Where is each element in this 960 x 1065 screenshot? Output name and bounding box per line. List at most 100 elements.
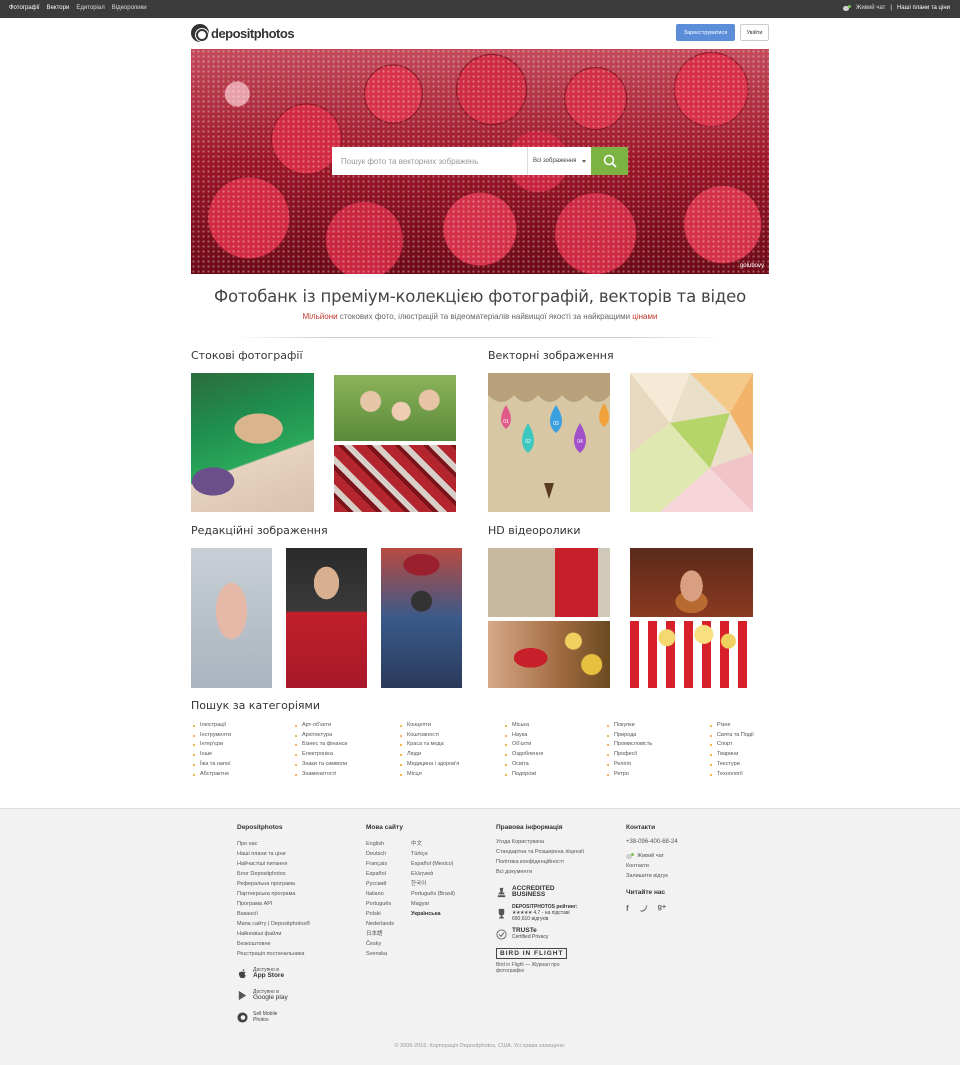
footer-link[interactable]: Наші плани та ціни xyxy=(237,849,357,859)
category-link[interactable]: Промисловість xyxy=(607,740,652,750)
language-link[interactable]: 日本語 xyxy=(366,929,411,939)
language-link[interactable]: Português (Brasil) xyxy=(411,889,471,899)
bird-in-flight-logo[interactable]: BIRD IN FLIGHT xyxy=(496,948,568,959)
language-link[interactable]: Italiano xyxy=(366,889,411,899)
top-nav-editorial[interactable]: Едиторіал xyxy=(76,5,104,11)
language-link[interactable]: Ελληνικά xyxy=(411,869,471,879)
category-link[interactable]: Медицина і здоров'я xyxy=(400,760,459,770)
truste-badge[interactable]: TRUSTe Certified Privacy xyxy=(496,927,616,940)
stock-photo-fox[interactable] xyxy=(191,373,314,512)
category-link[interactable]: Наука xyxy=(505,731,543,741)
category-link[interactable]: Ілюстрації xyxy=(193,721,231,731)
live-chat-link[interactable]: Живий чат xyxy=(856,5,886,11)
footer-link[interactable]: Найчастіші питання xyxy=(237,859,357,869)
login-button[interactable]: Увійти xyxy=(740,24,769,41)
language-link[interactable]: 한국어 xyxy=(411,879,471,889)
footer-link[interactable]: Найновіші файли xyxy=(237,929,357,939)
category-link[interactable]: Об'єкти xyxy=(505,740,543,750)
plans-link[interactable]: Наші плани та ціни xyxy=(897,5,950,11)
footer-link[interactable]: Про нас xyxy=(237,839,357,849)
category-link[interactable]: Люди xyxy=(400,750,459,760)
video-bearded-man[interactable] xyxy=(630,548,753,617)
register-button[interactable]: Зареєструватися xyxy=(676,24,735,41)
vector-polygon[interactable] xyxy=(630,373,753,512)
video-popcorn[interactable] xyxy=(630,621,753,688)
category-link[interactable]: Спорт xyxy=(710,740,754,750)
category-link[interactable]: Свята та Події xyxy=(710,731,754,741)
footer-link[interactable]: Програма API xyxy=(237,899,357,909)
category-link[interactable]: Інтер'єри xyxy=(193,740,231,750)
language-link[interactable]: Polski xyxy=(366,909,411,919)
language-link[interactable]: Español (Mexico) xyxy=(411,859,471,869)
language-link[interactable]: English xyxy=(366,839,411,849)
category-link[interactable]: Краса та мода xyxy=(400,740,459,750)
category-link[interactable]: Природа xyxy=(607,731,652,741)
stock-photos-title[interactable]: Стокові фотографії xyxy=(191,349,303,362)
search-scope-select[interactable]: Всі зображення xyxy=(527,147,591,175)
category-link[interactable]: Професії xyxy=(607,750,652,760)
category-link[interactable]: Різне xyxy=(710,721,754,731)
category-link[interactable]: Концепти xyxy=(400,721,459,731)
category-link[interactable]: Інструменти xyxy=(193,731,231,741)
language-link[interactable]: Deutsch xyxy=(366,849,411,859)
category-link[interactable]: Міська xyxy=(505,721,543,731)
sell-mobile-badge[interactable]: Sell Mobile Photos xyxy=(237,1011,357,1023)
language-link[interactable]: Русский xyxy=(366,879,411,889)
footer-link[interactable]: Реєстрація постачальника xyxy=(237,949,357,959)
category-link[interactable]: Знаки та символи xyxy=(295,760,347,770)
language-link[interactable]: Nederlands xyxy=(366,919,411,929)
footer-live-chat[interactable]: Живий чат xyxy=(626,851,726,861)
category-link[interactable]: Ретро xyxy=(607,770,652,780)
editorial-images-title[interactable]: Редакційні зображення xyxy=(191,524,328,537)
hd-video-title[interactable]: HD відеоролики xyxy=(488,524,581,537)
vector-infographic[interactable]: 01 02 03 04 xyxy=(488,373,610,512)
category-link[interactable]: Місця xyxy=(400,770,459,780)
category-link[interactable]: Абстрактне xyxy=(193,770,231,780)
search-button[interactable] xyxy=(591,147,628,175)
legal-link[interactable]: Всі документи xyxy=(496,869,616,876)
language-link[interactable]: Svenska xyxy=(366,949,411,959)
category-link[interactable]: Подорожі xyxy=(505,770,543,780)
category-link[interactable]: Знаменитості xyxy=(295,770,347,780)
category-link[interactable]: Тварини xyxy=(710,750,754,760)
category-link[interactable]: Арт-об'єкти xyxy=(295,721,347,731)
legal-link[interactable]: Стандартна та Розширена ліцензії xyxy=(496,849,616,856)
category-link[interactable]: Покупки xyxy=(607,721,652,731)
category-link[interactable]: Освіта xyxy=(505,760,543,770)
bird-in-flight-text[interactable]: Bird in Flight — Журнал про фотографію xyxy=(496,962,576,974)
category-link[interactable]: Релігія xyxy=(607,760,652,770)
category-link[interactable]: Інше xyxy=(193,750,231,760)
language-link[interactable]: 中文 xyxy=(411,839,471,849)
logo[interactable]: depositphotos xyxy=(191,24,295,42)
language-link[interactable]: Español xyxy=(366,869,411,879)
bbb-badge[interactable]: ACCREDITED BUSINESS xyxy=(496,885,616,898)
category-link[interactable]: Їжа та напої xyxy=(193,760,231,770)
editorial-phone[interactable] xyxy=(191,548,272,688)
language-link[interactable]: Português xyxy=(366,899,411,909)
category-link[interactable]: Оздоблення xyxy=(505,750,543,760)
editorial-photographer[interactable] xyxy=(381,548,462,688)
stock-photo-kids[interactable] xyxy=(334,375,456,441)
category-link[interactable]: Бізнес та фінанси xyxy=(295,740,347,750)
app-store-badge[interactable]: Доступно в App Store xyxy=(237,967,357,979)
category-link[interactable]: Архітектура xyxy=(295,731,347,741)
google-play-badge[interactable]: Доступно в Google play xyxy=(237,989,357,1001)
editorial-fashion-model[interactable] xyxy=(286,548,367,688)
footer-link[interactable]: Мапа сайту | Depositphotos® xyxy=(237,919,357,929)
legal-link[interactable]: Політика конфіденційності xyxy=(496,859,616,866)
language-link[interactable]: Magyar xyxy=(411,899,471,909)
facebook-icon[interactable]: f xyxy=(626,904,629,913)
rating-badge[interactable]: DEPOSITPHOTOS рейтинг: ★★★★★ 4.7 - на під… xyxy=(496,904,616,922)
footer-contacts-link[interactable]: Контакти xyxy=(626,861,726,871)
language-link[interactable]: Česky xyxy=(366,939,411,949)
stock-photo-gifts[interactable] xyxy=(334,445,456,512)
footer-link[interactable]: Реферальна програма xyxy=(237,879,357,889)
footer-link[interactable]: Блог Depositphotos xyxy=(237,869,357,879)
vector-images-title[interactable]: Векторні зображення xyxy=(488,349,614,362)
twitter-icon[interactable] xyxy=(639,904,648,913)
category-link[interactable]: Технології xyxy=(710,770,754,780)
language-link[interactable]: Türkçe xyxy=(411,849,471,859)
top-nav-photos[interactable]: Фотографії xyxy=(9,5,40,11)
video-champagne[interactable] xyxy=(488,621,610,688)
top-nav-videos[interactable]: Відеоролики xyxy=(112,5,147,11)
